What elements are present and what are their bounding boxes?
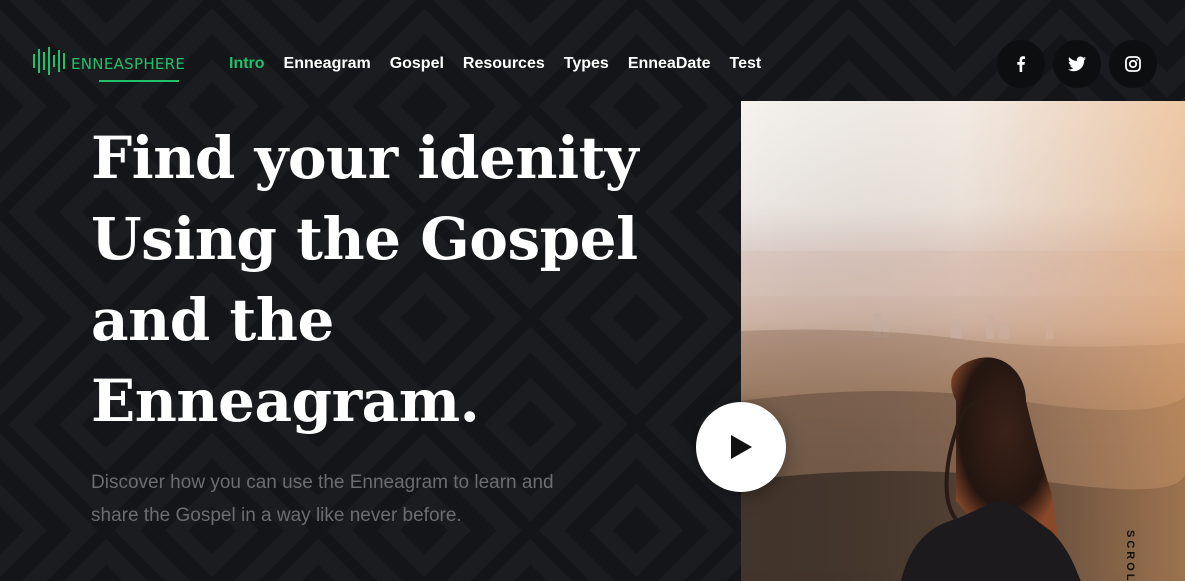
nav-item-resources[interactable]: Resources (463, 55, 545, 73)
hero-subtitle-line: Discover how you can use the Enneagram t… (91, 472, 554, 493)
main-nav: Intro Enneagram Gospel Resources Types E… (229, 55, 761, 73)
hero-subtitle-line: share the Gospel in a way like never bef… (91, 505, 462, 526)
logo-equalizer-icon (33, 46, 65, 76)
hero-title-line: and the (91, 286, 334, 354)
hero-title-line: Find your idenity (91, 124, 639, 192)
play-icon (731, 435, 752, 459)
nav-item-intro[interactable]: Intro (229, 55, 265, 73)
hero-subtitle: Discover how you can use the Enneagram t… (91, 466, 591, 532)
facebook-button[interactable] (997, 40, 1045, 88)
hero-title: Find your idenity Using the Gospel and t… (91, 118, 711, 442)
hero-title-line: Enneagram. (91, 367, 480, 435)
logo-underline (99, 80, 179, 82)
nav-item-enneagram[interactable]: Enneagram (284, 55, 371, 73)
hero-title-line: Using the Gospel (91, 205, 638, 273)
twitter-button[interactable] (1053, 40, 1101, 88)
nav-item-types[interactable]: Types (564, 55, 609, 73)
logo[interactable]: ENNEASPHERE (33, 46, 186, 84)
twitter-icon (1068, 56, 1086, 72)
nav-item-enneadate[interactable]: EnneaDate (628, 55, 711, 73)
facebook-icon (1017, 56, 1025, 72)
play-button[interactable] (696, 402, 786, 492)
social-links (997, 40, 1157, 88)
instagram-button[interactable] (1109, 40, 1157, 88)
logo-text: ENNEASPHERE (71, 55, 186, 73)
hero-photo (741, 101, 1185, 581)
instagram-icon (1125, 56, 1141, 72)
nav-item-gospel[interactable]: Gospel (390, 55, 444, 73)
header: ENNEASPHERE Intro Enneagram Gospel Resou… (0, 0, 1185, 100)
nav-item-test[interactable]: Test (730, 55, 762, 73)
scroll-indicator[interactable]: SCROLL (1124, 530, 1136, 581)
